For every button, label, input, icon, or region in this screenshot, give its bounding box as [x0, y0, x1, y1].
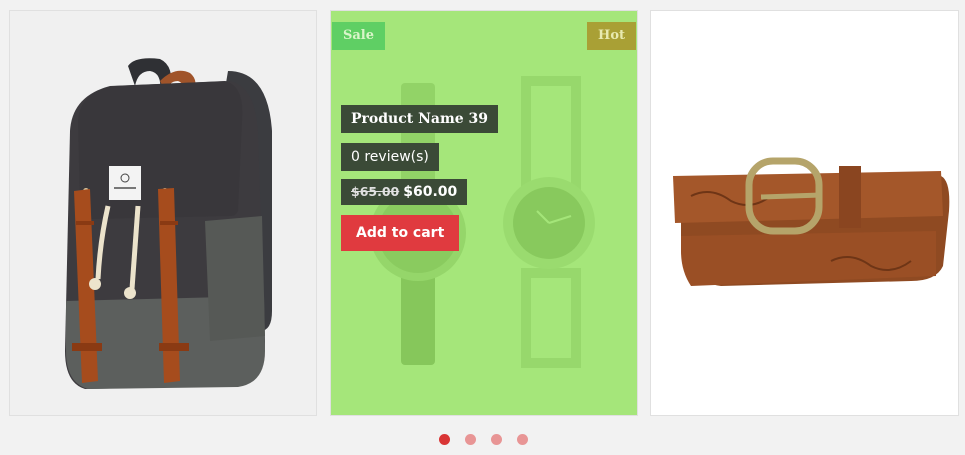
belt-image[interactable] — [651, 11, 959, 416]
pagination-dot-3[interactable] — [491, 434, 502, 445]
backpack-image[interactable] — [10, 11, 317, 416]
add-to-cart-button[interactable]: Add to cart — [341, 215, 460, 251]
hover-overlay — [331, 11, 637, 415]
hot-badge: Hot — [587, 22, 636, 50]
product-card-backpack[interactable] — [9, 10, 317, 416]
price-box: $65.00 $60.00 — [341, 179, 468, 205]
current-price: $60.00 — [403, 184, 458, 200]
pagination-dot-2[interactable] — [465, 434, 476, 445]
product-name[interactable]: Product Name 39 — [341, 105, 499, 133]
pagination-dot-4[interactable] — [517, 434, 528, 445]
product-card-belt[interactable] — [650, 10, 959, 416]
review-count[interactable]: 0 review(s) — [341, 143, 439, 171]
old-price: $65.00 — [351, 184, 400, 199]
sale-badge: Sale — [332, 22, 386, 50]
pagination-dot-1[interactable] — [439, 434, 450, 445]
product-card-watches[interactable]: Sale Hot Product Name 39 0 review(s) $65… — [330, 10, 638, 416]
